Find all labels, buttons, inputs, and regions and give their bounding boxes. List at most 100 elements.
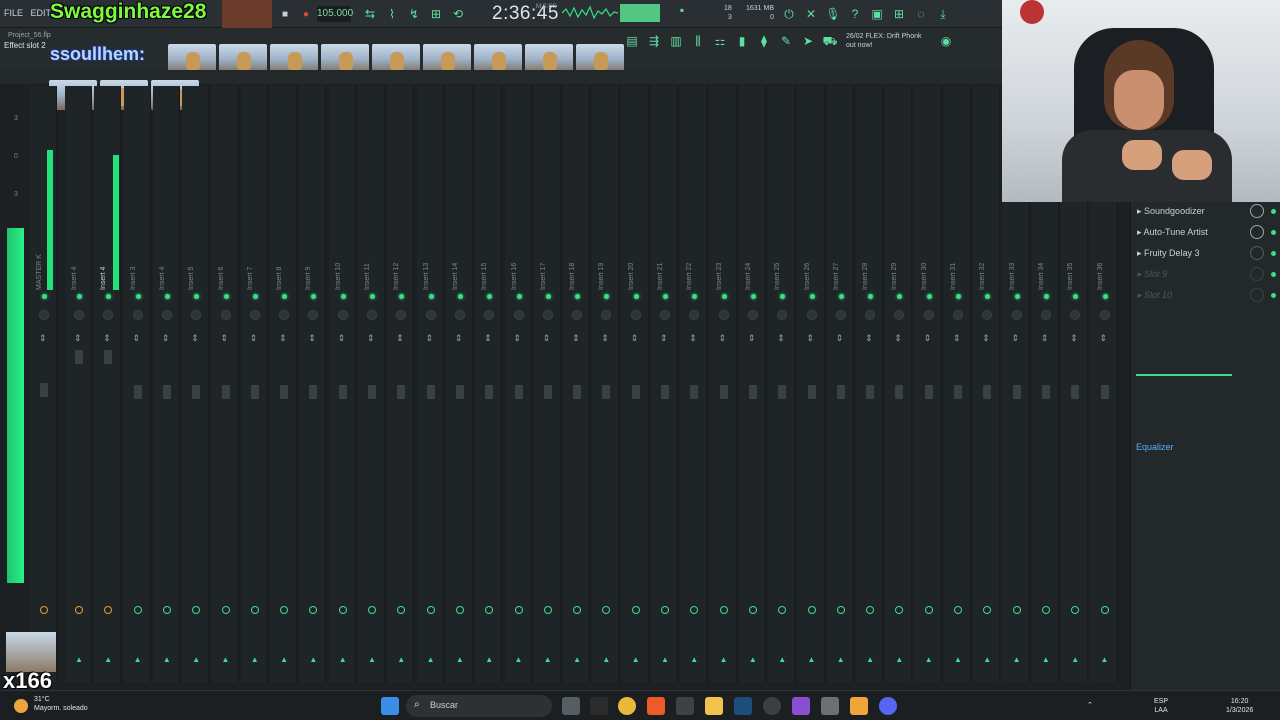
send-knob[interactable] xyxy=(40,606,48,614)
send-knob[interactable] xyxy=(719,606,728,614)
start-windows-icon[interactable] xyxy=(381,697,399,715)
download-icon[interactable]: ⤓ xyxy=(935,6,951,22)
pan-knob[interactable] xyxy=(425,310,436,320)
send-knob[interactable] xyxy=(1041,606,1050,614)
send-knob[interactable] xyxy=(1012,606,1021,614)
send-knob[interactable] xyxy=(924,606,933,614)
volume-fader[interactable] xyxy=(719,385,728,399)
insert-strip[interactable] xyxy=(387,86,415,682)
volume-fader[interactable] xyxy=(221,385,230,399)
fx-enable-led[interactable] xyxy=(1271,293,1276,298)
mixer-icon[interactable]: ▤ xyxy=(623,32,641,50)
stop-button[interactable]: ■ xyxy=(277,6,293,22)
send-knob[interactable] xyxy=(836,606,845,614)
volume-fader[interactable] xyxy=(602,385,611,399)
insert-strip[interactable] xyxy=(211,86,239,682)
volume-fader[interactable] xyxy=(75,350,83,364)
stereo-separation-icon[interactable]: ⇕ xyxy=(836,333,844,344)
chrome-icon[interactable] xyxy=(618,697,636,715)
volume-fader[interactable] xyxy=(426,385,435,399)
route-arrow-icon[interactable]: ▲ xyxy=(925,655,933,664)
insert-strip[interactable] xyxy=(944,86,971,682)
loop-record-icon[interactable]: ⟲ xyxy=(450,6,466,22)
pan-knob[interactable] xyxy=(39,310,49,320)
discord-icon[interactable] xyxy=(879,697,897,715)
volume-fader[interactable] xyxy=(485,385,494,399)
insert-strip[interactable] xyxy=(709,86,737,682)
route-arrow-icon[interactable]: ▲ xyxy=(309,655,317,664)
stereo-separation-icon[interactable]: ⇕ xyxy=(396,333,404,344)
route-arrow-icon[interactable]: ▲ xyxy=(983,655,991,664)
insert-strip[interactable] xyxy=(299,86,327,682)
stereo-separation-icon[interactable]: ⇕ xyxy=(514,333,522,344)
route-arrow-icon[interactable]: ▲ xyxy=(485,655,493,664)
record-button[interactable]: ● xyxy=(298,6,314,22)
send-knob[interactable] xyxy=(543,606,552,614)
insert-strip[interactable] xyxy=(504,86,532,682)
stereo-separation-icon[interactable]: ⇕ xyxy=(1070,333,1078,344)
strip-enable-led[interactable] xyxy=(42,294,47,299)
route-arrow-icon[interactable]: ▲ xyxy=(1071,655,1079,664)
stereo-separation-icon[interactable]: ⇕ xyxy=(689,333,697,344)
strip-enable-led[interactable] xyxy=(838,294,844,299)
stereo-separation-icon[interactable]: ⇕ xyxy=(39,333,47,344)
route-arrow-icon[interactable]: ▲ xyxy=(632,655,640,664)
volume-fader[interactable] xyxy=(807,385,816,399)
stereo-separation-icon[interactable]: ⇕ xyxy=(601,333,609,344)
send-knob[interactable] xyxy=(368,606,376,614)
volume-fader[interactable] xyxy=(661,385,669,399)
strip-enable-led[interactable] xyxy=(1102,294,1108,299)
pan-knob[interactable] xyxy=(249,310,260,320)
insert-strip[interactable] xyxy=(856,86,884,682)
stereo-separation-icon[interactable]: ⇕ xyxy=(308,333,316,344)
send-knob[interactable] xyxy=(661,606,669,614)
app-icon[interactable] xyxy=(792,697,810,715)
route-arrow-icon[interactable]: ▲ xyxy=(720,655,728,664)
strip-enable-led[interactable] xyxy=(633,294,639,299)
strip-enable-led[interactable] xyxy=(721,294,727,299)
insert-strip[interactable] xyxy=(533,86,561,682)
stereo-separation-icon[interactable]: ⇕ xyxy=(426,333,434,344)
route-arrow-icon[interactable]: ▲ xyxy=(222,655,230,664)
route-arrow-icon[interactable]: ▲ xyxy=(427,655,435,664)
app-icon[interactable] xyxy=(821,697,839,715)
countdown-icon[interactable]: ↯ xyxy=(406,6,422,22)
stereo-separation-icon[interactable]: ⇕ xyxy=(1100,333,1108,344)
chat-icon[interactable]: ◌ xyxy=(913,6,929,22)
stereo-separation-icon[interactable]: ⇕ xyxy=(162,333,170,344)
stereo-separation-icon[interactable]: ⇕ xyxy=(103,333,111,344)
volume-fader[interactable] xyxy=(778,385,787,399)
pan-knob[interactable] xyxy=(923,310,934,320)
insert-strip[interactable] xyxy=(182,86,210,682)
insert-strip[interactable] xyxy=(65,86,92,682)
stereo-separation-icon[interactable]: ⇕ xyxy=(660,333,668,344)
tray-overflow-icon[interactable]: ⌃ xyxy=(1087,701,1093,710)
route-arrow-icon[interactable]: ▲ xyxy=(1013,655,1021,664)
insert-strip[interactable] xyxy=(358,86,385,682)
route-arrow-icon[interactable]: ▲ xyxy=(749,655,757,664)
route-arrow-icon[interactable]: ▲ xyxy=(954,655,962,664)
touch-keyboard-icon[interactable]: ✎ xyxy=(777,32,795,50)
system-clock[interactable]: 16:20 1/3/2026 xyxy=(1226,697,1253,715)
volume-fader[interactable] xyxy=(895,385,904,399)
route-arrow-icon[interactable]: ▲ xyxy=(251,655,259,664)
route-arrow-icon[interactable]: ▲ xyxy=(690,655,698,664)
volume-fader[interactable] xyxy=(1041,385,1050,399)
volume-fader[interactable] xyxy=(338,385,347,399)
plugin-icon[interactable]: ⊞ xyxy=(891,6,907,22)
step-edit-icon[interactable]: ⊞ xyxy=(428,6,444,22)
volume-fader[interactable] xyxy=(690,385,699,399)
pan-knob[interactable] xyxy=(74,310,84,320)
insert-strip[interactable] xyxy=(885,86,913,682)
strip-enable-led[interactable] xyxy=(135,294,141,299)
strip-enable-led[interactable] xyxy=(956,294,961,299)
volume-fader[interactable] xyxy=(104,350,113,364)
volume-fader[interactable] xyxy=(543,385,552,399)
stereo-separation-icon[interactable]: ⇕ xyxy=(250,333,258,344)
send-knob[interactable] xyxy=(748,606,757,614)
volume-fader[interactable] xyxy=(309,385,318,399)
fx-enable-led[interactable] xyxy=(1271,230,1276,235)
route-arrow-icon[interactable]: ▲ xyxy=(778,655,786,664)
stereo-separation-icon[interactable]: ⇕ xyxy=(894,333,902,344)
route-arrow-icon[interactable]: ▲ xyxy=(134,655,142,664)
